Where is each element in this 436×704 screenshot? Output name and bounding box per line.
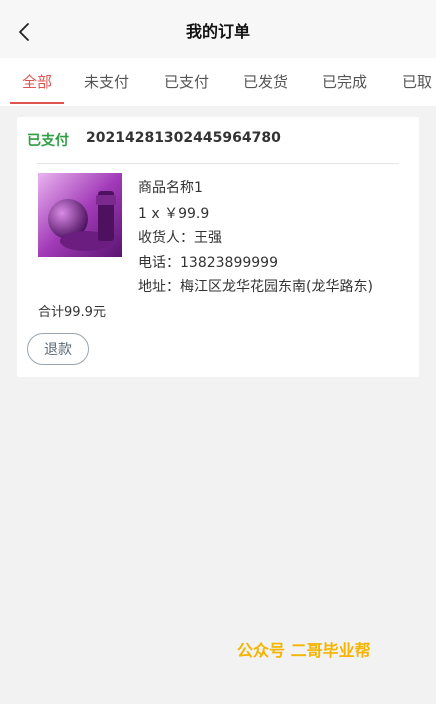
page-title: 我的订单 [185,22,250,41]
address: 地址：梅江区龙华花园东南(龙华路东) [138,279,373,295]
active-tab-indicator [10,102,64,104]
divider [37,163,399,164]
order-status-tabs: 全部 未支付 已支付 已发货 已完成 已取 [0,58,436,106]
phone: 电话：13823899999 [138,255,278,271]
tab-all[interactable]: 全部 [22,71,52,92]
tab-paid[interactable]: 已支付 [164,71,209,92]
app-header: 我的订单 [0,0,436,58]
quantity-price: 1 x ￥99.9 [138,206,210,222]
tab-cancelled[interactable]: 已取 [402,71,432,92]
order-status: 已支付 [27,133,69,149]
refund-button[interactable]: 退款 [27,333,89,365]
product-name: 商品名称1 [138,180,203,196]
tab-shipped[interactable]: 已发货 [243,71,288,92]
order-card[interactable]: 已支付 20214281302445964780 商品名称1 1 x ￥99.9… [17,117,419,377]
order-total: 合计99.9元 [38,305,106,320]
receiver: 收货人：王强 [138,230,222,246]
tab-unpaid[interactable]: 未支付 [84,71,129,92]
order-number: 20214281302445964780 [86,130,281,146]
tab-completed[interactable]: 已完成 [322,71,367,92]
product-image[interactable] [38,173,122,257]
watermark: 公众号 二哥毕业帮 [237,641,371,660]
